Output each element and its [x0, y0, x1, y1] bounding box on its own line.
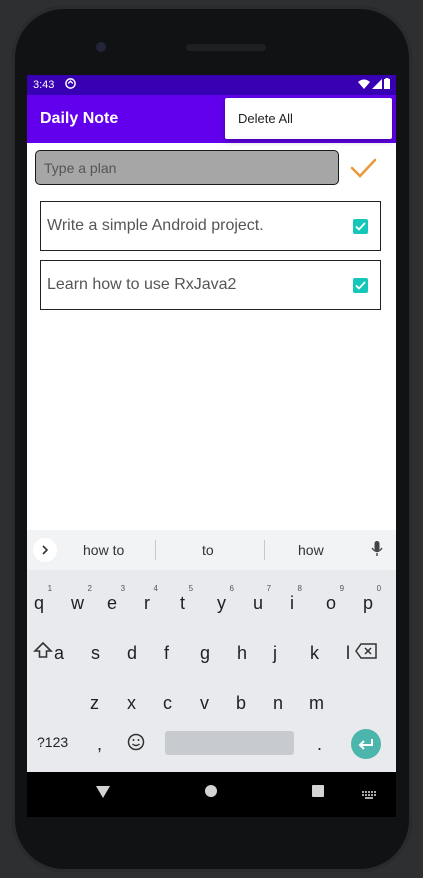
- key-p[interactable]: p0: [363, 584, 381, 614]
- space-bar[interactable]: [165, 731, 294, 755]
- screen: 3:43 Daily Note Delete All Write a simpl…: [27, 75, 396, 817]
- key-x[interactable]: x: [127, 693, 136, 714]
- key-hint: 4: [153, 584, 158, 593]
- overflow-menu: Delete All: [225, 98, 392, 139]
- checkbox-icon[interactable]: [353, 219, 368, 234]
- key-j[interactable]: j: [273, 643, 277, 664]
- key-z[interactable]: z: [90, 693, 99, 714]
- key-a[interactable]: a: [54, 643, 64, 664]
- key-v[interactable]: v: [200, 693, 209, 714]
- recents-icon[interactable]: [312, 785, 324, 797]
- plan-input-box[interactable]: [35, 150, 339, 185]
- chevron-right-icon[interactable]: [33, 538, 57, 562]
- suggestion-1[interactable]: how to: [83, 542, 124, 558]
- menu-item-delete-all[interactable]: Delete All: [238, 111, 293, 126]
- key-hint: 8: [297, 584, 302, 593]
- key-u[interactable]: u7: [253, 584, 271, 614]
- plan-input[interactable]: [36, 151, 338, 184]
- status-time: 3:43: [33, 79, 55, 91]
- status-icons: [358, 78, 390, 92]
- emoji-icon[interactable]: [127, 733, 145, 756]
- key-hint: 5: [188, 584, 194, 593]
- key-w[interactable]: w2: [71, 584, 92, 614]
- key-k[interactable]: k: [310, 643, 319, 664]
- key-q[interactable]: q1: [34, 584, 52, 614]
- key-hint: 0: [376, 584, 382, 593]
- back-icon[interactable]: [96, 785, 110, 803]
- status-bar: 3:43: [27, 75, 396, 95]
- wifi-icon: [358, 79, 370, 92]
- key-hint: 1: [47, 584, 53, 593]
- list-item-text: Write a simple Android project.: [47, 217, 264, 234]
- period-key[interactable]: .: [317, 734, 322, 755]
- key-hint: 2: [87, 584, 92, 593]
- suggestion-divider: [264, 540, 265, 560]
- key-hint: 6: [229, 584, 234, 593]
- battery-icon: [384, 78, 390, 92]
- key-d[interactable]: d: [127, 643, 137, 664]
- key-hint: 7: [266, 584, 272, 593]
- key-e[interactable]: e3: [107, 584, 125, 614]
- checkbox-icon[interactable]: [353, 278, 368, 293]
- key-o[interactable]: o9: [326, 584, 344, 614]
- key-s[interactable]: s: [91, 643, 100, 664]
- key-b[interactable]: b: [236, 693, 246, 714]
- backspace-icon[interactable]: [355, 643, 377, 664]
- enter-icon[interactable]: [351, 729, 381, 759]
- key-hint: 9: [339, 584, 345, 593]
- suggestion-3[interactable]: how: [298, 542, 324, 558]
- key-t[interactable]: t5: [180, 584, 193, 614]
- key-n[interactable]: n: [273, 693, 283, 714]
- home-icon[interactable]: [205, 785, 217, 797]
- key-h[interactable]: h: [237, 643, 247, 664]
- suggestion-2[interactable]: to: [202, 542, 214, 558]
- key-g[interactable]: g: [200, 643, 210, 664]
- app-title: Daily Note: [40, 110, 119, 127]
- suggestion-strip: how to to how: [27, 530, 396, 570]
- list-item-text: Learn how to use RxJava2: [47, 276, 237, 293]
- shift-icon[interactable]: [33, 641, 53, 664]
- list-item[interactable]: Write a simple Android project.: [40, 201, 381, 251]
- key-c[interactable]: c: [163, 693, 172, 714]
- sync-icon: [65, 78, 76, 92]
- mic-icon[interactable]: [371, 540, 383, 563]
- soft-keyboard: how to to how q1 w2 e3 r4 t5 y6 u7 i8 o9 p0 a s d f g…: [27, 530, 396, 772]
- front-camera: [96, 42, 106, 52]
- signal-icon: [372, 78, 382, 92]
- navigation-bar: [27, 772, 396, 817]
- key-r[interactable]: r4: [144, 584, 158, 614]
- confirm-check-icon[interactable]: [348, 155, 378, 181]
- keyboard-icon[interactable]: [362, 787, 376, 805]
- key-i[interactable]: i8: [290, 584, 302, 614]
- suggestion-divider: [155, 540, 156, 560]
- key-l[interactable]: l: [346, 643, 350, 664]
- list-item[interactable]: Learn how to use RxJava2: [40, 260, 381, 310]
- comma-key[interactable]: ,: [97, 734, 102, 755]
- earpiece-speaker: [186, 44, 266, 51]
- symbols-key[interactable]: ?123: [37, 734, 68, 750]
- key-hint: 3: [120, 584, 126, 593]
- key-f[interactable]: f: [164, 643, 169, 664]
- key-y[interactable]: y6: [217, 584, 234, 614]
- key-m[interactable]: m: [309, 693, 324, 714]
